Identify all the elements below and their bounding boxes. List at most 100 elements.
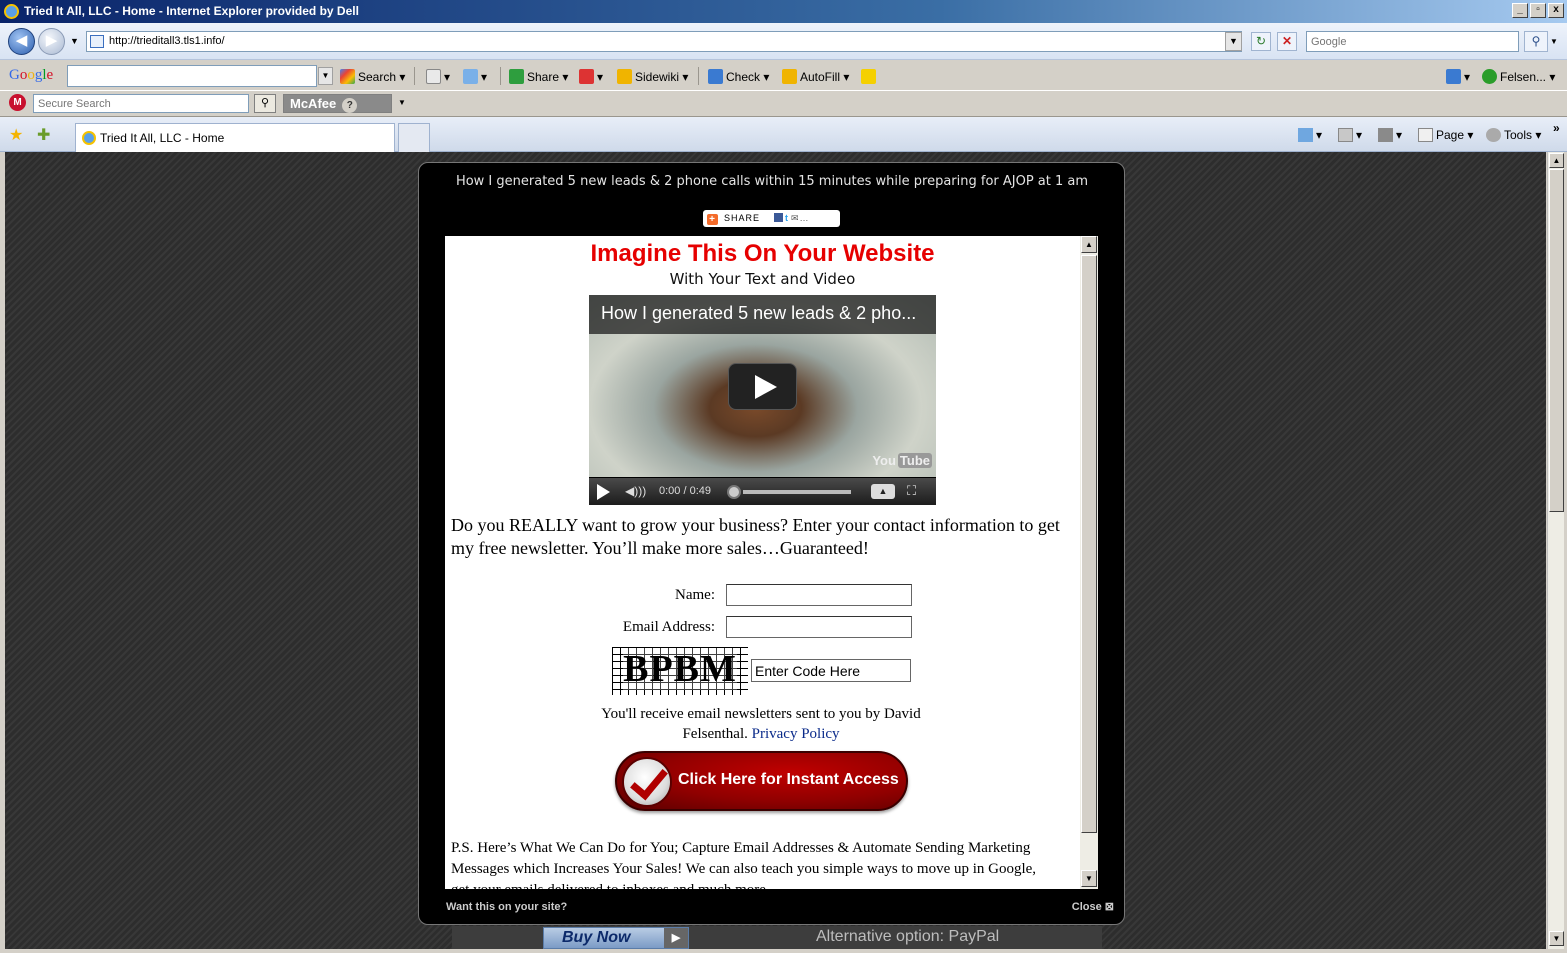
sidewiki-button[interactable]: Sidewiki ▾ [617, 69, 688, 84]
autofill-label: AutoFill [800, 70, 841, 84]
secure-search-input[interactable] [34, 95, 248, 112]
home-icon [1298, 128, 1313, 142]
maximize-button[interactable]: ▫ [1530, 3, 1546, 18]
name-label: Name: [675, 587, 715, 603]
mcafee-dropdown-icon[interactable]: ▼ [398, 98, 406, 107]
captcha-image: BPBM [612, 647, 748, 695]
play-icon[interactable] [728, 363, 797, 410]
share-button[interactable]: Share ▾ [509, 69, 568, 84]
user-account-button[interactable]: Felsen... ▾ [1482, 69, 1555, 84]
page-menu-icon [1418, 128, 1433, 142]
instant-access-button[interactable]: Click Here for Instant Access [615, 751, 908, 811]
seek-handle[interactable] [727, 485, 741, 499]
youtube-logo-tube: Tube [897, 453, 932, 468]
more-commands-chevron-icon[interactable]: » [1553, 121, 1560, 135]
instant-access-label: Click Here for Instant Access [678, 771, 899, 788]
paypal-option-text: Alternative option: PayPal [816, 928, 1000, 945]
stop-button[interactable]: ✕ [1277, 32, 1297, 51]
mcafee-site-advisor-button[interactable]: McAfee? [283, 94, 392, 113]
search-input[interactable] [1307, 32, 1518, 51]
want-this-link[interactable]: Want this on your site? [446, 901, 567, 913]
mcafee-shield-icon[interactable]: M [9, 94, 26, 111]
search-box[interactable] [1306, 31, 1519, 52]
play-small-icon[interactable] [597, 484, 610, 500]
url-text: http://trieditall3.tls1.info/ [109, 35, 225, 47]
history-dropdown-icon[interactable]: ▼ [70, 36, 79, 46]
translate-icon [579, 69, 594, 84]
minimize-button[interactable]: _ [1512, 3, 1528, 18]
google-search-field[interactable] [67, 65, 317, 87]
toolbar-divider [500, 67, 501, 85]
refresh-button[interactable]: ↻ [1251, 32, 1271, 51]
seek-bar[interactable] [743, 490, 851, 494]
scroll-up-icon[interactable]: ▲ [1549, 153, 1564, 168]
fullscreen-icon[interactable]: ⛶ [907, 483, 916, 499]
lightbox-scrollbar[interactable]: ▲ ▼ [1080, 236, 1098, 889]
buy-now-button[interactable]: Buy Now ▶ [543, 927, 689, 949]
youtube-logo[interactable]: You Tube [870, 453, 932, 468]
google-logo[interactable]: Google [9, 67, 53, 84]
page-scrollbar[interactable]: ▲ ▼ [1547, 152, 1564, 949]
forward-button[interactable]: ▶ [38, 28, 65, 55]
google-search-input[interactable] [68, 66, 316, 86]
scrollbar-thumb[interactable] [1549, 169, 1564, 512]
favorites-star-icon[interactable]: ★ [9, 125, 23, 145]
check-label: Check [726, 70, 761, 84]
print-button[interactable]: ▾ [1378, 128, 1402, 142]
add-favorites-icon[interactable]: ✚ [37, 125, 50, 145]
sidewiki-label: Sidewiki [635, 70, 680, 84]
google-search-dropdown-button[interactable]: ▼ [318, 67, 333, 85]
lightbox-scroll-thumb[interactable] [1081, 255, 1097, 833]
toolbar-divider [698, 67, 699, 85]
arrow-right-icon: ▶ [664, 928, 688, 948]
checkmark-icon [622, 757, 672, 807]
page-menu[interactable]: Page ▾ [1418, 128, 1473, 142]
bookmark-button[interactable]: ▾ [463, 69, 487, 84]
volume-icon[interactable]: ◀))) [625, 484, 646, 498]
newsletter-notice: You'll receive email newsletters sent to… [585, 704, 937, 744]
video-title[interactable]: How I generated 5 new leads & 2 pho... [589, 295, 936, 334]
feeds-button[interactable]: ▾ [1338, 128, 1362, 142]
mcafee-brand-label: McAfee [290, 96, 337, 111]
scroll-down-icon[interactable]: ▼ [1549, 931, 1564, 946]
pitch-text: Do you REALLY want to grow your business… [451, 515, 1060, 558]
help-icon: ? [342, 98, 358, 113]
spellcheck-button[interactable]: Check ▾ [708, 69, 769, 84]
secure-search-field[interactable] [33, 94, 249, 113]
lightbox-dialog: How I generated 5 new leads & 2 phone ca… [418, 162, 1125, 925]
highlighter-button[interactable] [861, 69, 879, 84]
new-tab-button[interactable] [398, 123, 430, 152]
lightbox-scroll-down-icon[interactable]: ▼ [1081, 870, 1097, 887]
translate-button[interactable]: ▾ [579, 69, 603, 84]
search-options-dropdown-icon[interactable]: ▼ [1550, 37, 1558, 46]
lightbox-scroll-up-icon[interactable]: ▲ [1081, 236, 1097, 253]
share-widget-button[interactable]: + SHARE t ✉… [703, 210, 840, 227]
secure-search-icon[interactable]: ⚲ [254, 94, 276, 113]
email-field[interactable] [726, 616, 912, 638]
autofill-button[interactable]: AutoFill ▾ [782, 69, 849, 84]
lightbox-content: Imagine This On Your Website With Your T… [445, 236, 1098, 889]
home-button[interactable]: ▾ [1298, 128, 1322, 142]
status-dot-icon [1482, 69, 1497, 84]
privacy-policy-link[interactable]: Privacy Policy [752, 726, 840, 742]
subheadline: With Your Text and Video [669, 270, 856, 288]
name-field[interactable] [726, 584, 912, 606]
close-window-button[interactable]: x [1548, 3, 1564, 18]
news-button[interactable]: ▾ [426, 69, 450, 84]
back-button[interactable]: ◀ [8, 28, 35, 55]
address-field[interactable]: http://trieditall3.tls1.info/ [86, 31, 1242, 52]
google-search-button[interactable]: Search ▾ [340, 69, 405, 84]
captcha-code-input[interactable] [751, 659, 911, 682]
tab-tried-it-all[interactable]: Tried It All, LLC - Home [75, 123, 395, 152]
addthis-plus-icon: + [707, 214, 718, 225]
tab-title: Tried It All, LLC - Home [100, 131, 225, 145]
address-dropdown-button[interactable]: ▼ [1225, 32, 1242, 51]
search-icon[interactable]: ⚲ [1524, 31, 1548, 52]
tools-menu[interactable]: Tools ▾ [1486, 128, 1541, 142]
quality-toggle-icon[interactable]: ▲ [871, 484, 895, 499]
share-label: Share [527, 70, 560, 84]
settings-wrench-button[interactable]: ▾ [1446, 69, 1470, 84]
youtube-video-player[interactable]: How I generated 5 new leads & 2 pho... Y… [589, 295, 936, 505]
close-lightbox-button[interactable]: Close ⊠ [1072, 900, 1114, 913]
highlighter-icon [861, 69, 876, 84]
